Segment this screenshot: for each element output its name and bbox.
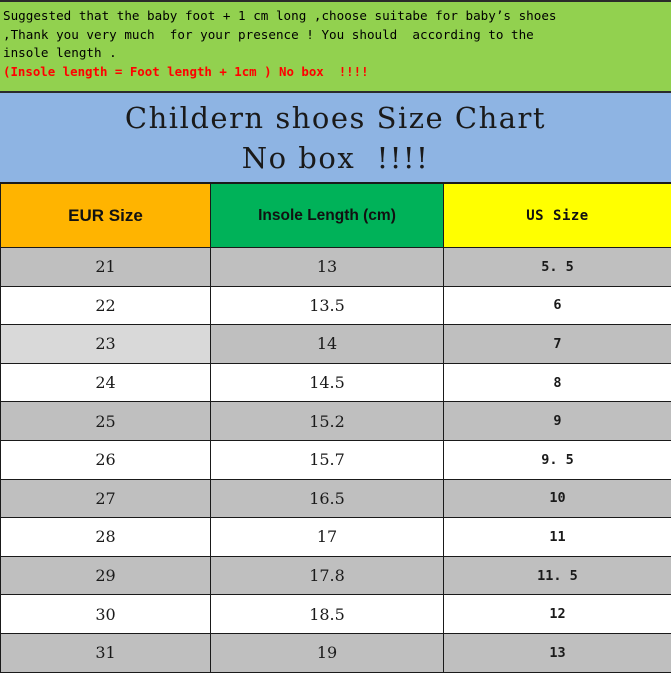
cell-eur-size: 21 — [1, 248, 211, 287]
cell-eur-size: 31 — [1, 633, 211, 672]
table-row: 2917.811. 5 — [1, 556, 671, 595]
cell-us-size: 6 — [444, 286, 671, 325]
table-row: 2615.79. 5 — [1, 440, 671, 479]
table-row: 311913 — [1, 633, 671, 672]
cell-us-size: 12 — [444, 595, 671, 634]
table-row: 21135. 5 — [1, 248, 671, 287]
cell-eur-size: 27 — [1, 479, 211, 518]
notice-line-1: Suggested that the baby foot + 1 cm long… — [3, 7, 668, 26]
column-header-eur-size: EUR Size — [1, 184, 211, 248]
chart-title-block: Childern shoes Size Chart No box !!!! — [0, 93, 671, 183]
notice-line-red: (Insole length = Foot length + 1cm ) No … — [3, 63, 668, 82]
table-row: 2515.29 — [1, 402, 671, 441]
cell-insole-length: 13.5 — [211, 286, 444, 325]
chart-subtitle: No box !!!! — [242, 138, 429, 178]
size-chart-page: Suggested that the baby foot + 1 cm long… — [0, 0, 671, 641]
cell-us-size: 5. 5 — [444, 248, 671, 287]
table-row: 2414.58 — [1, 363, 671, 402]
cell-us-size: 11 — [444, 518, 671, 557]
cell-us-size: 9 — [444, 402, 671, 441]
cell-eur-size: 24 — [1, 363, 211, 402]
cell-insole-length: 17.8 — [211, 556, 444, 595]
column-header-us-size: US Size — [444, 184, 671, 248]
cell-eur-size: 28 — [1, 518, 211, 557]
cell-eur-size: 30 — [1, 595, 211, 634]
notice-line-3: insole length . — [3, 44, 668, 63]
chart-title: Childern shoes Size Chart — [125, 98, 546, 138]
table-row: 3018.512 — [1, 595, 671, 634]
cell-us-size: 10 — [444, 479, 671, 518]
cell-eur-size: 29 — [1, 556, 211, 595]
notice-line-2: ,Thank you very much for your presence !… — [3, 26, 668, 45]
cell-us-size: 8 — [444, 363, 671, 402]
cell-us-size: 13 — [444, 633, 671, 672]
cell-eur-size: 23 — [1, 325, 211, 364]
cell-insole-length: 17 — [211, 518, 444, 557]
cell-insole-length: 14.5 — [211, 363, 444, 402]
cell-us-size: 9. 5 — [444, 440, 671, 479]
table-header-row: EUR Size Insole Length (cm) US Size — [1, 184, 671, 248]
notice-banner: Suggested that the baby foot + 1 cm long… — [0, 0, 671, 93]
table-row: 281711 — [1, 518, 671, 557]
size-chart-table: EUR Size Insole Length (cm) US Size 2113… — [0, 183, 671, 673]
cell-insole-length: 18.5 — [211, 595, 444, 634]
cell-insole-length: 14 — [211, 325, 444, 364]
cell-eur-size: 25 — [1, 402, 211, 441]
cell-eur-size: 22 — [1, 286, 211, 325]
table-body: 21135. 52213.56231472414.582515.292615.7… — [1, 248, 671, 673]
cell-insole-length: 15.7 — [211, 440, 444, 479]
column-header-insole-length: Insole Length (cm) — [211, 184, 444, 248]
table-row: 2213.56 — [1, 286, 671, 325]
cell-insole-length: 15.2 — [211, 402, 444, 441]
cell-us-size: 7 — [444, 325, 671, 364]
cell-us-size: 11. 5 — [444, 556, 671, 595]
cell-insole-length: 13 — [211, 248, 444, 287]
cell-eur-size: 26 — [1, 440, 211, 479]
table-row: 2716.510 — [1, 479, 671, 518]
cell-insole-length: 19 — [211, 633, 444, 672]
table-row: 23147 — [1, 325, 671, 364]
cell-insole-length: 16.5 — [211, 479, 444, 518]
